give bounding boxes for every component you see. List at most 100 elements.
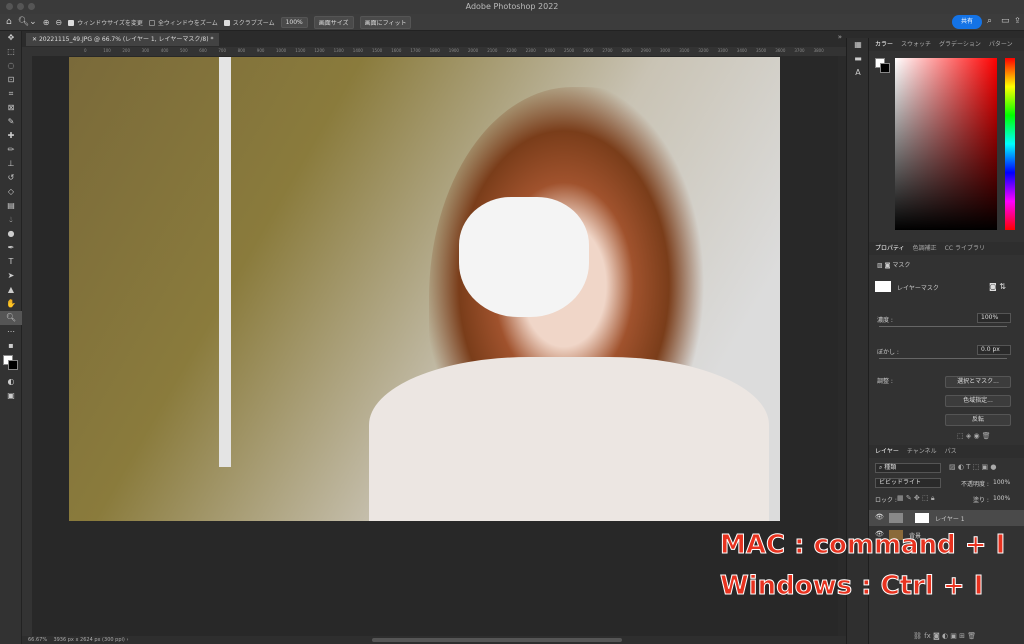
checkbox-icon[interactable] xyxy=(223,20,230,26)
dodge-tool-icon[interactable]: ● xyxy=(0,227,22,241)
fill-input[interactable]: 100% xyxy=(993,495,1010,502)
ruler-tick: 500 xyxy=(180,48,188,53)
density-slider[interactable] xyxy=(879,326,1007,327)
share-button[interactable]: 共有 xyxy=(952,15,982,29)
path-select-tool-icon[interactable]: ➤ xyxy=(0,269,22,283)
tab-channels[interactable]: チャンネル xyxy=(907,445,937,458)
checkbox-icon[interactable] xyxy=(148,20,155,26)
comments-icon[interactable]: ▬ xyxy=(847,52,869,66)
density-input[interactable]: 100% xyxy=(977,313,1011,323)
lock-icons[interactable]: ▦ ✎ ✥ ⬚ 🔒︎ xyxy=(897,494,935,503)
color-range-button[interactable]: 色域指定... xyxy=(945,395,1011,407)
screen-mode-icon[interactable]: ▣ xyxy=(0,389,22,403)
layer-footer-icons[interactable]: ⛓ fx ◙ ◐ ▣ ⊞ 🗑︎ xyxy=(913,632,976,640)
layer-row[interactable]: 👁︎ レイヤー 1 xyxy=(869,510,1024,526)
color-picker-field[interactable] xyxy=(895,58,997,230)
marquee-tool-icon[interactable]: ⬚ xyxy=(0,45,22,59)
history-brush-tool-icon[interactable]: ↺ xyxy=(0,171,22,185)
close-icon[interactable] xyxy=(6,3,13,10)
feather-slider[interactable] xyxy=(879,358,1007,359)
resize-windows-option[interactable]: ウィンドウサイズを変更 xyxy=(68,18,143,27)
tab-libraries[interactable]: CC ライブラリ xyxy=(945,242,985,255)
maximize-icon[interactable] xyxy=(28,3,35,10)
background-color[interactable] xyxy=(8,360,18,370)
document-tab[interactable]: ✕ 20221115_49.JPG @ 66.7% (レイヤー 1, レイヤーマ… xyxy=(26,33,220,46)
ruler-tick: 1600 xyxy=(391,48,402,53)
default-colors-icon[interactable]: ▪ xyxy=(0,339,22,353)
color-swatches[interactable] xyxy=(0,353,22,375)
tab-paths[interactable]: パス xyxy=(945,445,957,458)
character-icon[interactable]: A xyxy=(847,66,869,80)
fit-screen-button[interactable]: 画面サイズ xyxy=(313,15,354,29)
hand-tool-icon[interactable]: ✋ xyxy=(0,297,22,311)
mask-footer-icons[interactable]: ⬚ ◈ ◉ 🗑︎ xyxy=(957,432,991,440)
feather-input[interactable]: 0.0 px xyxy=(977,345,1011,355)
tab-gradients[interactable]: グラデーション xyxy=(939,38,981,51)
tab-adjustments[interactable]: 色調補正 xyxy=(913,242,937,255)
blend-mode-select[interactable]: ビビッドライト xyxy=(875,478,941,488)
eyedropper-tool-icon[interactable]: ✎ xyxy=(0,115,22,129)
mask-header: ▨ ◙ マスク xyxy=(877,262,911,269)
stamp-tool-icon[interactable]: ⊥ xyxy=(0,157,22,171)
brush-tool-icon[interactable]: ✏ xyxy=(0,143,22,157)
home-icon[interactable]: ⌂ xyxy=(6,17,12,27)
opacity-input[interactable]: 100% xyxy=(993,479,1010,486)
hue-slider[interactable] xyxy=(1005,58,1015,230)
horizontal-scrollbar[interactable] xyxy=(372,638,622,642)
more-tools-icon[interactable]: ⋯ xyxy=(0,325,22,339)
options-bar: ⌂ 🔍︎⌄ ⊕ ⊖ ウィンドウサイズを変更 全ウィンドウをズーム スクラブズーム… xyxy=(0,14,1024,31)
ruler-tick: 1000 xyxy=(276,48,287,53)
healing-tool-icon[interactable]: ✚ xyxy=(0,129,22,143)
window-controls[interactable] xyxy=(6,3,35,10)
checkbox-icon[interactable] xyxy=(68,20,75,26)
color-panel-tabs: カラー スウォッチ グラデーション パターン xyxy=(869,38,1024,51)
frame-tool-icon[interactable]: ⊠ xyxy=(0,101,22,115)
collapse-icon[interactable]: » xyxy=(838,33,842,41)
layer-filter-icons[interactable]: ▨ ◐ T ⬚ ▣ ● xyxy=(949,463,996,471)
ruler-tick: 2400 xyxy=(544,48,555,53)
density-label: 濃度 : xyxy=(877,317,893,324)
mask-thumbnail[interactable] xyxy=(875,281,891,292)
chevron-right-icon[interactable]: › xyxy=(126,637,128,643)
ruler-tick: 2800 xyxy=(621,48,632,53)
zoom-out-icon[interactable]: ⊖ xyxy=(55,18,62,27)
crop-tool-icon[interactable]: ⌗ xyxy=(0,87,22,101)
tab-properties[interactable]: プロパティ xyxy=(875,242,905,255)
invert-button[interactable]: 反転 xyxy=(945,414,1011,426)
zoom-tool-icon[interactable]: 🔍︎⌄ xyxy=(18,17,37,27)
vertical-ruler[interactable] xyxy=(22,47,32,637)
shape-tool-icon[interactable]: ▲ xyxy=(0,283,22,297)
layer-mask-thumbnail[interactable] xyxy=(915,513,929,523)
share-icon[interactable]: ⇪ xyxy=(1014,16,1021,25)
zoom-tool-active-icon[interactable]: 🔍︎ xyxy=(0,311,22,325)
move-tool-icon[interactable]: ✥ xyxy=(0,31,22,45)
zoom-in-icon[interactable]: ⊕ xyxy=(43,18,50,27)
panel-background-swatch[interactable] xyxy=(880,63,890,73)
visibility-eye-icon[interactable]: 👁︎ xyxy=(875,513,884,521)
tab-layers[interactable]: レイヤー xyxy=(875,445,899,458)
pen-tool-icon[interactable]: ✒ xyxy=(0,241,22,255)
quick-mask-icon[interactable]: ◐ xyxy=(0,375,22,389)
minimize-icon[interactable] xyxy=(17,3,24,10)
layer-filter-select[interactable]: ⌕ 種類 xyxy=(875,463,941,473)
gradient-tool-icon[interactable]: ▤ xyxy=(0,199,22,213)
object-select-tool-icon[interactable]: ⊡ xyxy=(0,73,22,87)
tab-patterns[interactable]: パターン xyxy=(989,38,1013,51)
fill-screen-button[interactable]: 画面にフィット xyxy=(359,15,412,29)
scrubby-zoom-option[interactable]: スクラブズーム xyxy=(223,18,275,27)
lasso-tool-icon[interactable]: ◌ xyxy=(0,59,22,73)
tab-color[interactable]: カラー xyxy=(875,38,893,51)
history-icon[interactable]: ▦ xyxy=(847,38,869,52)
mask-options-icons[interactable]: ◙ ⇅ xyxy=(989,282,1006,291)
type-tool-icon[interactable]: T xyxy=(0,255,22,269)
select-and-mask-button[interactable]: 選択とマスク... xyxy=(945,376,1011,388)
search-icon[interactable]: ⌕ xyxy=(987,16,992,26)
blur-tool-icon[interactable]: 💧︎ xyxy=(0,213,22,227)
eraser-tool-icon[interactable]: ◇ xyxy=(0,185,22,199)
zoom-all-option[interactable]: 全ウィンドウをズーム xyxy=(148,18,218,27)
tab-swatches[interactable]: スウォッチ xyxy=(901,38,931,51)
workspace-icon[interactable]: ▭ xyxy=(1001,16,1010,26)
document-photo[interactable] xyxy=(69,57,780,521)
horizontal-ruler[interactable]: 0 100 200 300 400 500 600 700 800 900 1000 1100 1200… xyxy=(32,47,846,56)
zoom-100-button[interactable]: 100% xyxy=(280,16,308,28)
